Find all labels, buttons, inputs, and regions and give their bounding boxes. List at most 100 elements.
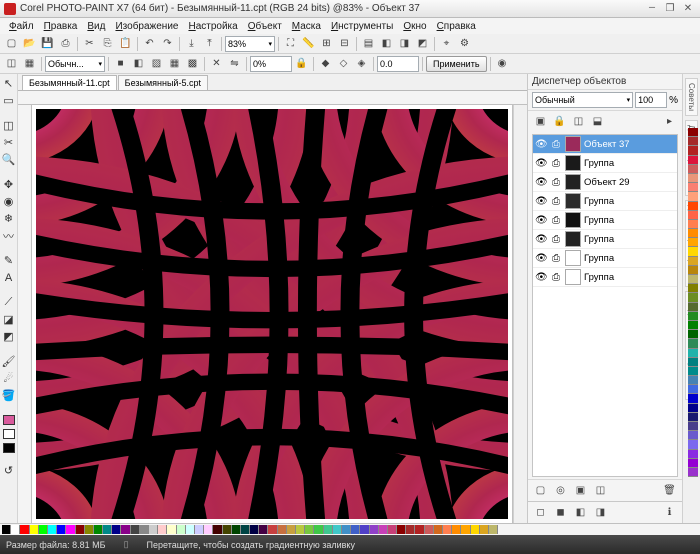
snap-icon[interactable]: ⌖ [438, 35, 455, 52]
color-swatch[interactable] [204, 525, 213, 534]
layer-row[interactable]: 👁⎙Группа [533, 154, 677, 173]
color-swatch[interactable] [85, 525, 94, 534]
color-swatch[interactable] [351, 525, 360, 534]
new-icon[interactable]: ▢ [3, 35, 20, 52]
visibility-icon[interactable]: 👁 [535, 272, 547, 283]
doc-tab[interactable]: Безымянный-11.cpt [22, 75, 117, 90]
color-swatch[interactable] [688, 413, 698, 422]
layer-row[interactable]: 👁⎙Группа [533, 211, 677, 230]
liquid-tool[interactable]: 〰 [1, 228, 16, 243]
color-swatch[interactable] [140, 525, 149, 534]
layer-row[interactable]: 👁⎙Объект 29 [533, 173, 677, 192]
canvas[interactable] [32, 105, 513, 523]
color-swatch[interactable] [688, 275, 698, 284]
mask-mode2-icon[interactable]: ◼ [552, 504, 569, 521]
eraser-tool[interactable]: ◪ [1, 312, 16, 327]
redo-icon[interactable]: ↷ [159, 35, 176, 52]
clone-tool[interactable]: ✥ [1, 177, 16, 192]
color-swatch[interactable] [688, 459, 698, 468]
layer-opacity-field[interactable]: 100 [635, 92, 667, 108]
color-swatch[interactable] [2, 525, 11, 534]
color-swatch[interactable] [333, 525, 342, 534]
app2-icon[interactable]: ◨ [396, 35, 413, 52]
color-swatch[interactable] [688, 284, 698, 293]
color-swatch[interactable] [48, 525, 57, 534]
minimize-button[interactable]: — [644, 2, 660, 16]
color-swatch[interactable] [213, 525, 222, 534]
color-swatch[interactable] [397, 525, 406, 534]
doc-tab[interactable]: Безымянный-5.cpt [118, 75, 208, 90]
color-swatch[interactable] [688, 330, 698, 339]
import-icon[interactable]: ⤓ [183, 35, 200, 52]
pick-tool[interactable]: ↖ [1, 76, 16, 91]
options-icon[interactable]: ⚙ [456, 35, 473, 52]
color-swatch[interactable] [688, 146, 698, 155]
preset2-icon[interactable]: ▦ [21, 55, 38, 72]
filltype2-icon[interactable]: ◧ [130, 55, 147, 72]
color-swatch[interactable] [688, 247, 698, 256]
menu-Справка[interactable]: Справка [432, 21, 481, 32]
color-swatch[interactable] [489, 525, 498, 534]
menu-Файл[interactable]: Файл [4, 21, 39, 32]
color-swatch[interactable] [177, 525, 186, 534]
new-lens-icon[interactable]: ◎ [552, 482, 569, 499]
lock-icon[interactable]: 🔒 [551, 113, 568, 130]
color-swatch[interactable] [452, 525, 461, 534]
color-swatch[interactable] [688, 183, 698, 192]
touchup-tool[interactable]: ❄ [1, 211, 16, 226]
launcher-icon[interactable]: ▤ [360, 35, 377, 52]
visibility-icon[interactable]: 👁 [535, 158, 547, 169]
filltype5-icon[interactable]: ▩ [184, 55, 201, 72]
effect-tool[interactable]: ✎ [1, 253, 16, 268]
color-swatch[interactable] [688, 257, 698, 266]
color-swatch[interactable] [688, 422, 698, 431]
visibility-icon[interactable]: 👁 [535, 139, 547, 150]
color-swatch[interactable] [688, 312, 698, 321]
color-swatch[interactable] [232, 525, 241, 534]
color-swatch[interactable] [688, 156, 698, 165]
mask-mode4-icon[interactable]: ◨ [592, 504, 609, 521]
presets-icon[interactable]: ◫ [3, 55, 20, 72]
color-swatch[interactable] [94, 525, 103, 534]
swap-icon[interactable]: ✕ [208, 55, 225, 72]
print-icon[interactable]: ⎙ [550, 253, 562, 264]
color-swatch[interactable] [268, 525, 277, 534]
color-swatch[interactable] [688, 238, 698, 247]
open-icon[interactable]: 📂 [21, 35, 38, 52]
layer-row[interactable]: 👁⎙Группа [533, 249, 677, 268]
new-object-icon[interactable]: ▢ [532, 482, 549, 499]
visibility-icon[interactable]: 👁 [535, 234, 547, 245]
print-icon[interactable]: ⎙ [550, 272, 562, 283]
text-tool[interactable]: A [1, 270, 16, 285]
export-icon[interactable]: ⤒ [201, 35, 218, 52]
grid-icon[interactable]: ⊞ [318, 35, 335, 52]
color-swatch[interactable] [688, 220, 698, 229]
color-swatch[interactable] [131, 525, 140, 534]
options2-icon[interactable]: ◉ [494, 55, 511, 72]
menu-Окно[interactable]: Окно [398, 21, 431, 32]
print-icon[interactable]: ⎙ [550, 158, 562, 169]
color-swatch[interactable] [57, 525, 66, 534]
bg-swatch[interactable] [3, 429, 15, 439]
mask-mode3-icon[interactable]: ◧ [572, 504, 589, 521]
new-mask-icon[interactable]: ◫ [592, 482, 609, 499]
menu-Настройка[interactable]: Настройка [183, 21, 242, 32]
node1-icon[interactable]: ◆ [317, 55, 334, 72]
vertical-scrollbar[interactable] [513, 105, 527, 523]
redeye-tool[interactable]: ◉ [1, 194, 16, 209]
side-tab[interactable]: Советы [685, 78, 698, 116]
color-swatch[interactable] [688, 293, 698, 302]
color-swatch[interactable] [688, 450, 698, 459]
color-swatch[interactable] [158, 525, 167, 534]
print-icon[interactable]: ⎙ [550, 139, 562, 150]
color-swatch[interactable] [121, 525, 130, 534]
visibility-icon[interactable]: 👁 [535, 253, 547, 264]
visibility-icon[interactable]: 👁 [535, 215, 547, 226]
paint-tool[interactable]: 🖌 [1, 354, 16, 369]
menu-Объект[interactable]: Объект [243, 21, 287, 32]
merge-icon[interactable]: ⬓ [589, 113, 606, 130]
filltype3-icon[interactable]: ▨ [148, 55, 165, 72]
color-swatch[interactable] [688, 404, 698, 413]
app1-icon[interactable]: ◧ [378, 35, 395, 52]
color-swatch[interactable] [305, 525, 314, 534]
